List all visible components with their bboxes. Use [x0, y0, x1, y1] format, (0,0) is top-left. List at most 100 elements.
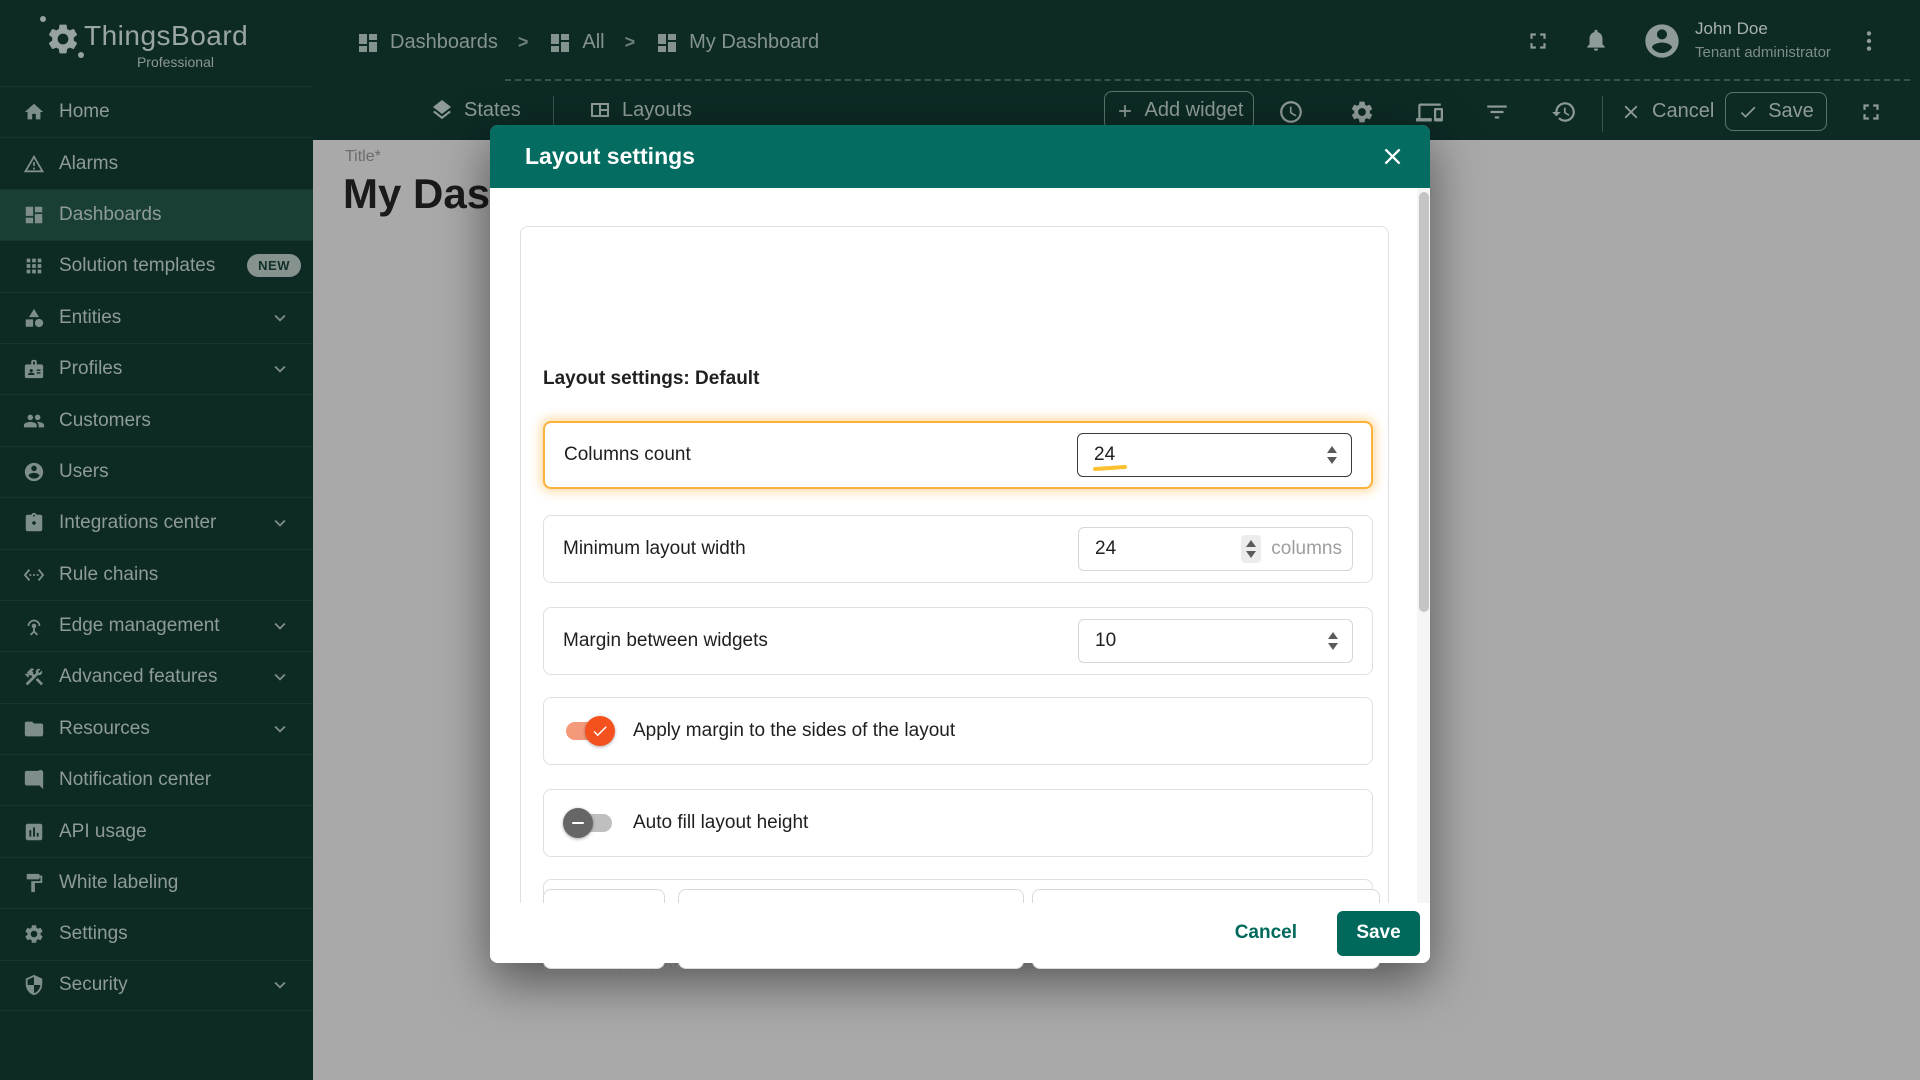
stepper-up-icon [1246, 540, 1256, 547]
sidebar-item-home[interactable]: Home [0, 86, 313, 137]
user-name: John Doe [1695, 19, 1768, 39]
breadcrumb-separator: > [512, 32, 535, 53]
gear-icon [1349, 99, 1375, 125]
sidebar-item-security[interactable]: Security [0, 960, 313, 1011]
sidebar-menu: Home Alarms Dashboards Solution template… [0, 86, 313, 1011]
columns-suffix: columns [1271, 538, 1342, 560]
users-icon [23, 461, 45, 483]
entities-icon [23, 307, 45, 329]
toolbar-cancel-button[interactable]: Cancel [1620, 100, 1714, 123]
sidebar-item-notification-center[interactable]: Notification center [0, 754, 313, 805]
customers-icon [23, 410, 45, 432]
devices-icon [1416, 99, 1443, 126]
sidebar-item-users[interactable]: Users [0, 446, 313, 497]
avatar[interactable] [1642, 21, 1682, 61]
breadcrumb-item-all[interactable]: All [548, 31, 604, 55]
breadcrumb-item-my-dashboard[interactable]: My Dashboard [655, 31, 819, 55]
columns-count-row: Columns count [543, 421, 1373, 489]
sidebar-item-settings[interactable]: Settings [0, 908, 313, 959]
auto-fill-row: Auto fill layout height [543, 789, 1373, 857]
dashboards-icon [548, 31, 572, 55]
integrations-icon [23, 512, 45, 534]
brand-logo[interactable]: ThingsBoard Professional [0, 0, 313, 85]
sidebar-item-rule-chains[interactable]: Rule chains [0, 549, 313, 600]
close-icon [1379, 143, 1406, 170]
breadcrumb-item-dashboards[interactable]: Dashboards [356, 31, 498, 55]
columns-count-stepper[interactable] [1323, 442, 1341, 468]
sidebar-item-edge-management[interactable]: Edge management [0, 600, 313, 651]
min-layout-width-input[interactable] [1095, 538, 1241, 560]
rule-chains-icon [23, 564, 45, 586]
margin-widgets-input-box [1078, 619, 1353, 663]
breadcrumb: Dashboards > All > My Dashboard [356, 0, 819, 85]
min-layout-width-row: Minimum layout width columns [543, 515, 1373, 583]
filters-button[interactable] [1484, 99, 1510, 125]
sidebar-item-alarms[interactable]: Alarms [0, 137, 313, 188]
dialog-save-button[interactable]: Save [1337, 911, 1420, 956]
security-icon [23, 974, 45, 996]
version-history-button[interactable] [1551, 99, 1577, 125]
api-usage-icon [23, 821, 45, 843]
filter-icon [1484, 99, 1510, 125]
sidebar-item-solution-templates[interactable]: Solution templates NEW [0, 240, 313, 291]
sidebar-item-white-labeling[interactable]: White labeling [0, 857, 313, 908]
white-labeling-icon [23, 872, 45, 894]
margin-widgets-stepper[interactable] [1324, 628, 1342, 654]
states-button[interactable]: States [430, 98, 521, 122]
toolbar-save-button[interactable]: Save [1725, 92, 1827, 131]
check-icon [591, 722, 609, 740]
min-layout-width-stepper[interactable] [1241, 535, 1261, 563]
layers-icon [430, 98, 454, 122]
auto-fill-toggle[interactable] [563, 807, 615, 839]
min-layout-width-label: Minimum layout width [563, 538, 746, 560]
columns-count-input[interactable] [1094, 444, 1323, 466]
sidebar-item-resources[interactable]: Resources [0, 703, 313, 754]
apply-margin-label: Apply margin to the sides of the layout [633, 720, 955, 742]
dashboard-settings-button[interactable] [1349, 99, 1375, 125]
advanced-features-icon [23, 666, 45, 688]
dialog-cancel-button[interactable]: Cancel [1225, 916, 1307, 950]
breadcrumb-separator: > [619, 32, 642, 53]
stepper-down-icon [1246, 551, 1256, 558]
layouts-button[interactable]: Layouts [588, 98, 692, 122]
margin-widgets-input[interactable] [1095, 630, 1324, 652]
check-icon [1738, 102, 1758, 122]
alarm-icon [23, 153, 45, 175]
scrollbar-thumb[interactable] [1419, 192, 1429, 612]
history-icon [1551, 99, 1577, 125]
clock-icon [1278, 99, 1304, 125]
fullscreen-icon [1858, 99, 1884, 125]
title-field-label: Title* [345, 148, 381, 166]
sidebar-item-customers[interactable]: Customers [0, 394, 313, 445]
toggle-thumb [585, 716, 615, 746]
notifications-button[interactable] [1583, 27, 1609, 53]
brand-name: ThingsBoard [84, 20, 248, 52]
dialog-scrollbar[interactable] [1417, 188, 1430, 963]
dialog-footer: Cancel Save [490, 903, 1430, 963]
sidebar: ThingsBoard Professional Home Alarms Das… [0, 0, 313, 1080]
header-more-menu-button[interactable] [1856, 28, 1882, 54]
timewindow-button[interactable] [1278, 99, 1304, 125]
chevron-down-icon [269, 307, 291, 329]
sidebar-item-profiles[interactable]: Profiles [0, 343, 313, 394]
brand-edition: Professional [84, 54, 214, 70]
plus-icon [1115, 101, 1135, 121]
sidebar-item-integrations-center[interactable]: Integrations center [0, 497, 313, 548]
fullscreen-icon [1525, 28, 1551, 54]
sidebar-item-api-usage[interactable]: API usage [0, 805, 313, 856]
thingsboard-logo-icon [45, 21, 81, 57]
margin-widgets-label: Margin between widgets [563, 630, 768, 652]
sidebar-item-entities[interactable]: Entities [0, 292, 313, 343]
apply-margin-toggle[interactable] [563, 715, 615, 747]
dialog-close-button[interactable] [1379, 143, 1406, 170]
more-vert-icon [1856, 28, 1882, 54]
toggle-thumb [563, 808, 593, 838]
sidebar-item-advanced-features[interactable]: Advanced features [0, 651, 313, 702]
dashboards-icon [655, 31, 679, 55]
header-fullscreen-button[interactable] [1525, 28, 1551, 54]
toolbar-fullscreen-button[interactable] [1858, 99, 1884, 125]
entity-aliases-button[interactable] [1416, 99, 1443, 126]
section-title: Layout settings: Default [543, 368, 759, 390]
layouts-icon [588, 98, 612, 122]
sidebar-item-dashboards[interactable]: Dashboards [0, 189, 313, 240]
